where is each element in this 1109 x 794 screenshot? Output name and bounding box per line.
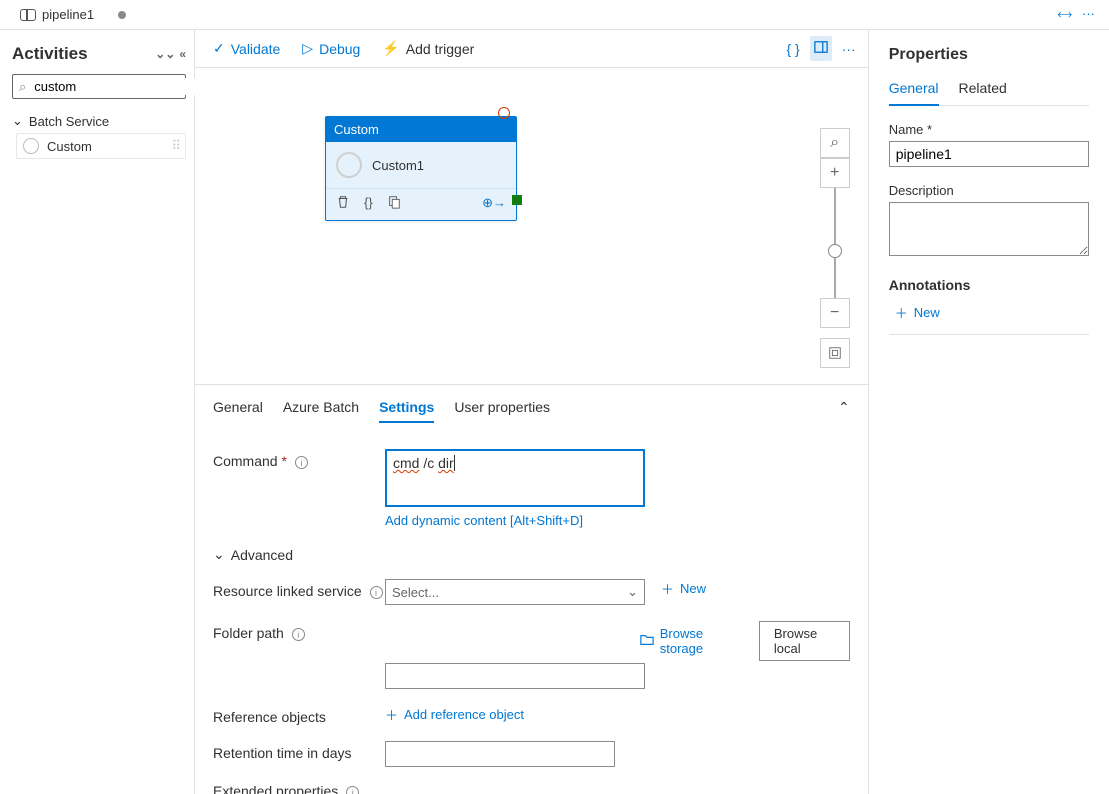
resource-linked-service-label: Resource linked service i [213,579,385,599]
new-annotation-button[interactable]: ＋ New [895,303,1089,322]
drag-grip-icon[interactable]: ⠿ [171,138,179,154]
chevron-down-icon: ⌄ [627,584,638,600]
activity-search[interactable]: ⌕ [12,74,186,99]
add-dynamic-content-link[interactable]: Add dynamic content [Alt+Shift+D] [385,513,645,528]
tab-general[interactable]: General [213,399,263,423]
activities-sidebar: Activities ⌄⌄ « ⌕ ⌄ Batch Service Custom… [0,30,195,794]
collapse-sidebar-icon[interactable]: « [179,47,186,61]
pipeline-canvas[interactable]: Custom Custom1 {} ⊕→ [195,68,868,384]
success-connector[interactable] [512,195,522,205]
node-header: Custom [326,117,516,142]
reference-objects-label: Reference objects [213,705,385,725]
advanced-toggle[interactable]: ⌄ Advanced [213,546,850,563]
collapse-sections-icon[interactable]: ⌄⌄ [155,47,175,61]
sidebar-title: Activities ⌄⌄ « [12,44,186,64]
retention-time-input[interactable] [385,741,615,767]
more-icon[interactable]: ··· [842,41,856,57]
play-icon: ▷ [302,40,313,57]
run-icon[interactable]: ⊕→ [482,195,506,212]
section-batch-service[interactable]: ⌄ Batch Service [12,109,186,133]
pipeline-tab[interactable]: pipeline1 [10,0,136,29]
properties-tab-general[interactable]: General [889,80,939,106]
tab-user-properties[interactable]: User properties [454,399,550,423]
activity-node-custom1[interactable]: Custom Custom1 {} ⊕→ [325,116,517,221]
gear-icon [336,152,362,178]
zoom-search-icon[interactable]: ⌕ [820,128,850,158]
chevron-down-icon: ⌄ [12,113,23,129]
folder-path-label: Folder path i [213,621,385,641]
delete-icon[interactable] [336,195,350,212]
plus-icon: ＋ [895,303,908,322]
chevron-down-icon: ⌄ [213,546,225,563]
expand-icon[interactable]: ⤢ [1054,5,1074,25]
plus-icon: ＋ [661,579,674,598]
properties-toggle-icon[interactable] [810,36,832,61]
collapse-panel-icon[interactable]: ⌃ [838,399,850,416]
zoom-out-button[interactable]: − [820,298,850,328]
retention-time-label: Retention time in days [213,741,385,761]
validation-error-icon [498,107,510,119]
tab-title: pipeline1 [42,7,94,22]
description-input[interactable] [889,202,1089,256]
plus-icon: ＋ [385,705,398,724]
annotations-label: Annotations [889,277,1089,293]
browse-storage-button[interactable]: Browse storage [640,626,731,656]
pipeline-icon [20,9,36,21]
properties-title: Properties [889,46,1089,64]
validate-button[interactable]: ✓ Validate [213,40,280,57]
info-icon[interactable]: i [370,586,383,599]
node-name: Custom1 [372,158,424,173]
more-icon[interactable]: ··· [1082,6,1095,23]
browse-local-button[interactable]: Browse local [759,621,850,661]
code-icon[interactable]: {} [364,195,373,212]
search-icon: ⌕ [19,79,26,95]
info-icon[interactable]: i [346,786,359,794]
zoom-in-button[interactable]: + [820,158,850,188]
extended-properties-label: Extended properties i [213,783,850,794]
add-trigger-button[interactable]: ⚡ Add trigger [382,40,474,57]
tab-settings[interactable]: Settings [379,399,434,423]
add-reference-object-button[interactable]: ＋ Add reference object [385,705,524,724]
gear-icon [23,138,39,154]
activity-custom[interactable]: Custom ⠿ [16,133,186,159]
description-label: Description [889,183,1089,198]
check-icon: ✓ [213,40,225,57]
copy-icon[interactable] [387,195,401,212]
tab-azure-batch[interactable]: Azure Batch [283,399,359,423]
name-label: Name * [889,122,1089,137]
folder-icon [640,633,654,650]
debug-button[interactable]: ▷ Debug [302,40,360,57]
info-icon[interactable]: i [295,456,308,469]
command-input[interactable]: cmd /c dir [385,449,645,507]
pipeline-name-input[interactable] [889,141,1089,167]
zoom-fit-button[interactable] [820,338,850,368]
code-icon[interactable]: { } [786,41,799,57]
zoom-controls: ⌕ + − [820,128,850,368]
search-input[interactable] [32,78,212,95]
info-icon[interactable]: i [292,628,305,641]
resource-linked-service-select[interactable]: Select... ⌄ [385,579,645,605]
properties-tab-related[interactable]: Related [959,80,1007,105]
zoom-slider[interactable] [834,188,836,298]
lightning-icon: ⚡ [382,40,399,57]
new-linked-service-button[interactable]: ＋ New [661,579,706,598]
activity-settings-panel: General Azure Batch Settings User proper… [195,384,868,794]
folder-path-input[interactable] [385,663,645,689]
unsaved-indicator [118,11,126,19]
command-label: Command * i [213,449,385,469]
properties-panel: Properties General Related Name * Descri… [868,30,1109,794]
